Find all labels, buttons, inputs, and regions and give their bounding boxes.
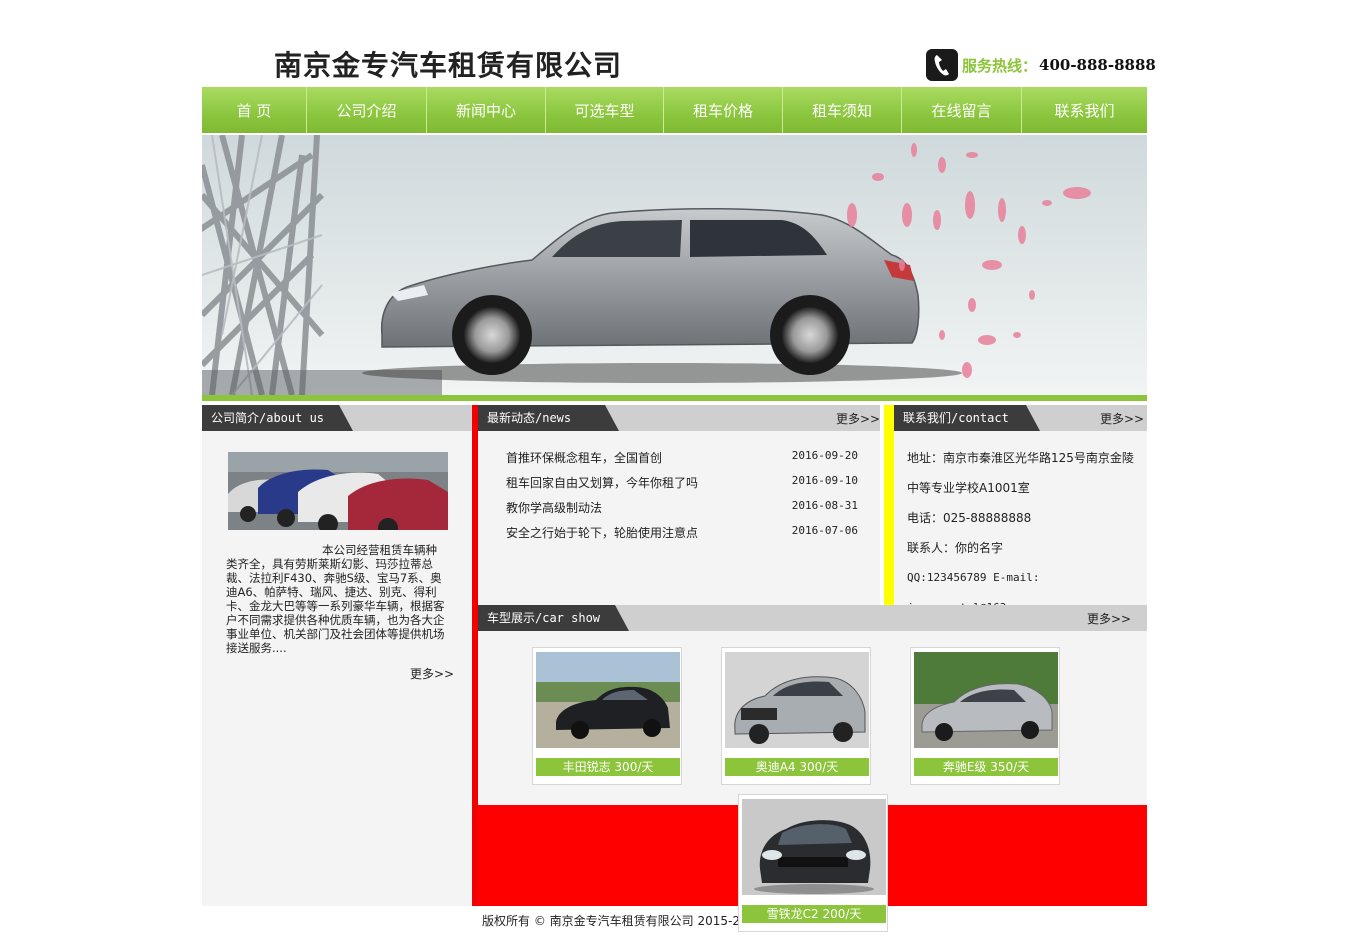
about-section: 公司简介/about us 本公司经营租赁车辆种类齐全，具有劳斯莱斯幻影、玛莎拉… xyxy=(202,405,472,906)
news-item[interactable]: 教你学高级制动法 2016-08-31 xyxy=(506,499,858,524)
news-item-title[interactable]: 教你学高级制动法 xyxy=(506,499,602,524)
news-more-link[interactable]: 更多>> xyxy=(836,410,880,427)
banner-car-image xyxy=(202,135,1091,395)
news-item-date: 2016-09-10 xyxy=(791,474,858,487)
contact-phone: 电话：025-88888888 xyxy=(907,511,1032,525)
phone-icon xyxy=(926,49,958,81)
nav-item-contact[interactable]: 联系我们 xyxy=(1022,87,1147,133)
carshow-title: 车型展示/car show xyxy=(478,605,629,631)
about-cars-image xyxy=(228,452,448,530)
hotline-number: 400-888-8888 xyxy=(1039,56,1156,74)
car-card-citroen[interactable]: 雪铁龙C2 200/天 xyxy=(738,794,888,932)
car-label-benz[interactable]: 奔驰E级 350/天 xyxy=(914,758,1058,776)
news-section: 最新动态/news 更多>> 首推环保概念租车，全国首创 2016-09-20 … xyxy=(478,405,880,605)
carshow-more-link[interactable]: 更多>> xyxy=(1087,610,1131,627)
news-item-title[interactable]: 租车回家自由又划算，今年你租了吗 xyxy=(506,474,698,499)
car-photo-toyota xyxy=(536,652,680,748)
news-item[interactable]: 安全之行始于轮下，轮胎使用注意点 2016-07-06 xyxy=(506,524,858,549)
car-photo-benz xyxy=(914,652,1058,748)
hotline: 服务热线： 400-888-8888 xyxy=(926,49,1156,81)
about-header: 公司简介/about us xyxy=(202,405,472,431)
nav-item-models[interactable]: 可选车型 xyxy=(546,87,664,133)
car-label-toyota[interactable]: 丰田锐志 300/天 xyxy=(536,758,680,776)
news-title: 最新动态/news xyxy=(478,405,619,431)
contact-person: 联系人：你的名字 xyxy=(907,541,1004,555)
nav-item-about[interactable]: 公司介绍 xyxy=(307,87,427,133)
right-yellow-divider xyxy=(884,405,894,605)
contact-section: 联系我们/contact 更多>> 地址：南京市秦淮区光华路125号南京金陵 中… xyxy=(894,405,1147,614)
about-more-link[interactable]: 更多>> xyxy=(410,665,454,682)
car-label-citroen[interactable]: 雪铁龙C2 200/天 xyxy=(742,905,886,923)
contact-address-line2: 中等专业学校A1001室 xyxy=(907,481,1030,495)
contact-title: 联系我们/contact xyxy=(894,405,1040,431)
carshow-header: 车型展示/car show 更多>> xyxy=(478,605,1147,631)
car-card-toyota[interactable]: 丰田锐志 300/天 xyxy=(532,647,682,785)
car-card-audi[interactable]: 奥迪A4 300/天 xyxy=(721,647,871,785)
news-item-title[interactable]: 安全之行始于轮下，轮胎使用注意点 xyxy=(506,524,698,549)
company-logo-title[interactable]: 南京金专汽车租赁有限公司 xyxy=(274,46,622,86)
news-item-date: 2016-09-20 xyxy=(791,449,858,462)
hero-banner xyxy=(202,135,1147,395)
news-item[interactable]: 租车回家自由又划算，今年你租了吗 2016-09-10 xyxy=(506,474,858,499)
hotline-label: 服务热线： xyxy=(962,56,1038,75)
carshow-section: 车型展示/car show 更多>> 丰田锐志 300/天 奥迪A4 300/天… xyxy=(478,605,1147,805)
about-title: 公司简介/about us xyxy=(202,405,353,431)
nav-item-message[interactable]: 在线留言 xyxy=(902,87,1022,133)
contact-address-line1: 地址：南京市秦淮区光华路125号南京金陵 xyxy=(907,451,1134,465)
contact-more-link[interactable]: 更多>> xyxy=(1100,410,1144,427)
car-card-benz[interactable]: 奔驰E级 350/天 xyxy=(910,647,1060,785)
banner-divider xyxy=(202,395,1147,401)
nav-item-prices[interactable]: 租车价格 xyxy=(664,87,783,133)
car-label-audi[interactable]: 奥迪A4 300/天 xyxy=(725,758,869,776)
nav-item-notice[interactable]: 租车须知 xyxy=(783,87,902,133)
page: 南京金专汽车租赁有限公司 服务热线： 400-888-8888 首 页 公司介绍… xyxy=(202,0,1156,936)
car-photo-audi xyxy=(725,652,869,748)
nav-item-news[interactable]: 新闻中心 xyxy=(427,87,546,133)
news-list: 首推环保概念租车，全国首创 2016-09-20 租车回家自由又划算，今年你租了… xyxy=(506,449,858,549)
nav-item-home[interactable]: 首 页 xyxy=(202,87,307,133)
news-header: 最新动态/news 更多>> xyxy=(478,405,880,431)
main-nav: 首 页 公司介绍 新闻中心 可选车型 租车价格 租车须知 在线留言 联系我们 xyxy=(202,87,1147,133)
car-photo-citroen xyxy=(742,799,886,895)
contact-details: 地址：南京市秦淮区光华路125号南京金陵 中等专业学校A1001室 电话：025… xyxy=(907,443,1139,623)
news-item[interactable]: 首推环保概念租车，全国首创 2016-09-20 xyxy=(506,449,858,474)
news-item-title[interactable]: 首推环保概念租车，全国首创 xyxy=(506,449,662,474)
news-item-date: 2016-08-31 xyxy=(791,499,858,512)
news-item-date: 2016-07-06 xyxy=(791,524,858,537)
contact-header: 联系我们/contact 更多>> xyxy=(894,405,1147,431)
contact-qq: QQ:123456789 E-mail: xyxy=(907,571,1040,584)
about-text: 本公司经营租赁车辆种类齐全，具有劳斯莱斯幻影、玛莎拉蒂总裁、法拉利F430、奔驰… xyxy=(226,543,445,655)
